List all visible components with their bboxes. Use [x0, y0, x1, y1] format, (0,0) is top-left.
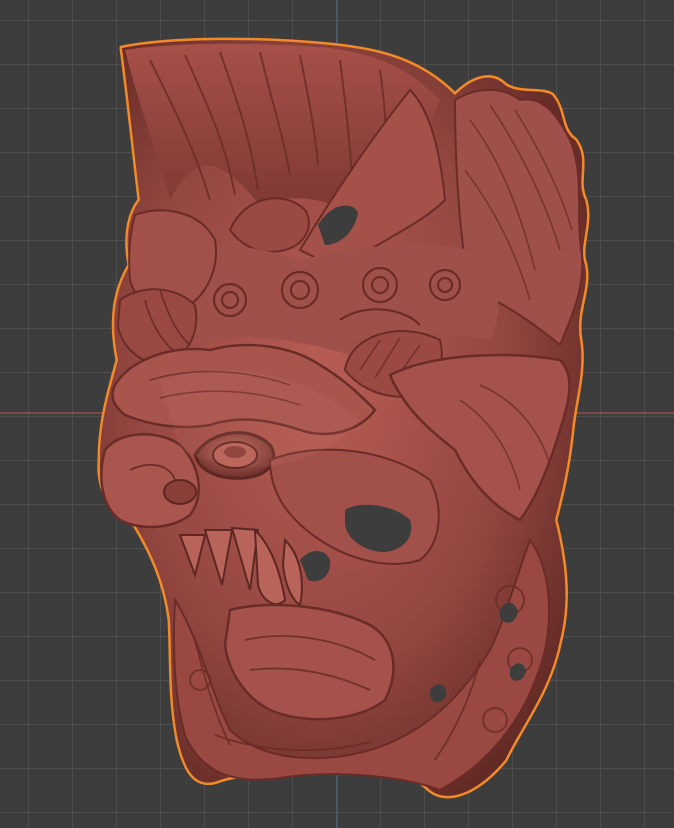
3d-viewport[interactable]: [0, 0, 674, 828]
mask-model[interactable]: [0, 0, 674, 828]
